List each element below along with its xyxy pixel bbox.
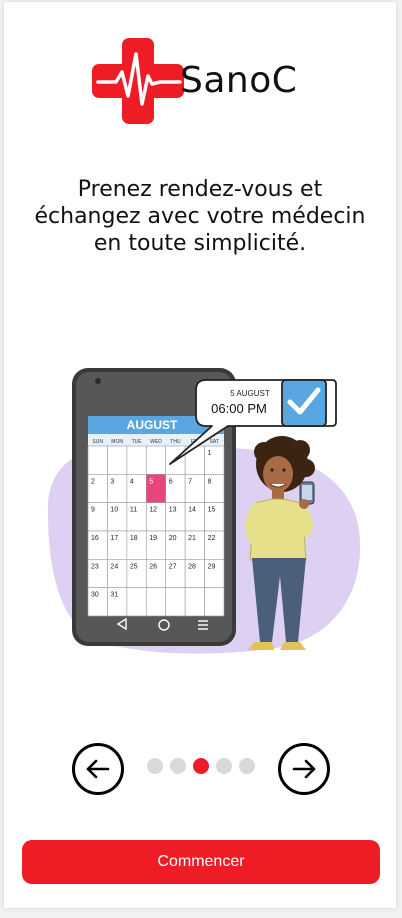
calendar-weekday: TUE bbox=[132, 439, 143, 445]
start-button[interactable]: Commencer bbox=[22, 840, 380, 884]
calendar-day: 9 bbox=[91, 507, 95, 514]
pagination-dot[interactable] bbox=[239, 758, 255, 774]
calendar-weekday: MON bbox=[111, 439, 123, 445]
calendar-day: 1 bbox=[208, 450, 212, 457]
calendar-day: 15 bbox=[208, 507, 216, 514]
bubble-date: 5 AUGUST bbox=[230, 389, 270, 398]
calendar-day: 26 bbox=[149, 563, 157, 570]
next-button[interactable] bbox=[278, 743, 330, 795]
calendar-weekday: WED bbox=[150, 439, 162, 445]
calendar-cell bbox=[87, 445, 108, 475]
calendar-day: 16 bbox=[91, 535, 99, 542]
bubble-time: 06:00 PM bbox=[211, 401, 267, 416]
onboarding-headline: Prenez rendez-vous et échangez avec votr… bbox=[34, 177, 366, 256]
calendar-cell bbox=[204, 587, 225, 617]
calendar-day: 21 bbox=[188, 535, 196, 542]
appointment-illustration: AUGUST SUNMONTUEWEDTHUFRISAT 12345678910… bbox=[47, 368, 361, 654]
calendar-day: 30 bbox=[91, 592, 99, 599]
calendar-day: 27 bbox=[169, 563, 177, 570]
calendar-day: 23 bbox=[91, 563, 99, 570]
calendar-cell bbox=[145, 445, 167, 475]
calendar-day: 14 bbox=[188, 507, 196, 514]
previous-button[interactable] bbox=[72, 743, 124, 795]
calendar-day: 5 bbox=[149, 478, 153, 485]
calendar-day: 6 bbox=[169, 478, 173, 485]
calendar-cell bbox=[184, 587, 205, 617]
calendar-day: 8 bbox=[208, 478, 212, 485]
calendar-weekday: THU bbox=[170, 439, 181, 445]
calendar-weekday: SAT bbox=[210, 439, 219, 445]
calendar-day: 25 bbox=[130, 563, 138, 570]
pagination-dot-active[interactable] bbox=[193, 758, 209, 774]
onboarding-screen: SanoC Prenez rendez-vous et échangez ave… bbox=[4, 2, 396, 908]
calendar-day: 17 bbox=[110, 535, 118, 542]
calendar-day: 28 bbox=[188, 563, 196, 570]
calendar-day: 31 bbox=[110, 592, 118, 599]
calendar-day: 22 bbox=[208, 535, 216, 542]
medical-cross-icon bbox=[92, 38, 184, 124]
calendar-month: AUGUST bbox=[127, 418, 178, 432]
calendar-day: 2 bbox=[91, 478, 95, 485]
pagination-dot[interactable] bbox=[216, 758, 232, 774]
calendar-day: 24 bbox=[110, 563, 118, 570]
calendar-day: 19 bbox=[149, 535, 157, 542]
pagination-dot[interactable] bbox=[170, 758, 186, 774]
calendar-day: 20 bbox=[169, 535, 177, 542]
calendar-cell bbox=[165, 587, 186, 617]
calendar-day: 12 bbox=[149, 507, 157, 514]
calendar-day: 29 bbox=[208, 563, 216, 570]
calendar-day: 10 bbox=[110, 507, 118, 514]
brand-name: SanoC bbox=[180, 60, 298, 101]
calendar-day: 18 bbox=[130, 535, 138, 542]
calendar-weekday: SUN bbox=[92, 439, 103, 445]
calendar-cell bbox=[145, 587, 167, 617]
arrow-left-icon bbox=[86, 759, 110, 779]
calendar-cell bbox=[126, 445, 147, 475]
calendar-cell bbox=[126, 587, 147, 617]
calendar-day: 11 bbox=[130, 507, 137, 514]
calendar-day: 7 bbox=[188, 478, 192, 485]
calendar-day: 13 bbox=[169, 507, 177, 514]
brand-logo: SanoC bbox=[92, 38, 332, 128]
calendar-day: 3 bbox=[110, 478, 114, 485]
calendar-cell bbox=[107, 445, 128, 475]
calendar-day: 4 bbox=[130, 478, 134, 485]
arrow-right-icon bbox=[292, 759, 316, 779]
pagination-dot[interactable] bbox=[147, 758, 163, 774]
pagination-dots bbox=[147, 758, 255, 774]
